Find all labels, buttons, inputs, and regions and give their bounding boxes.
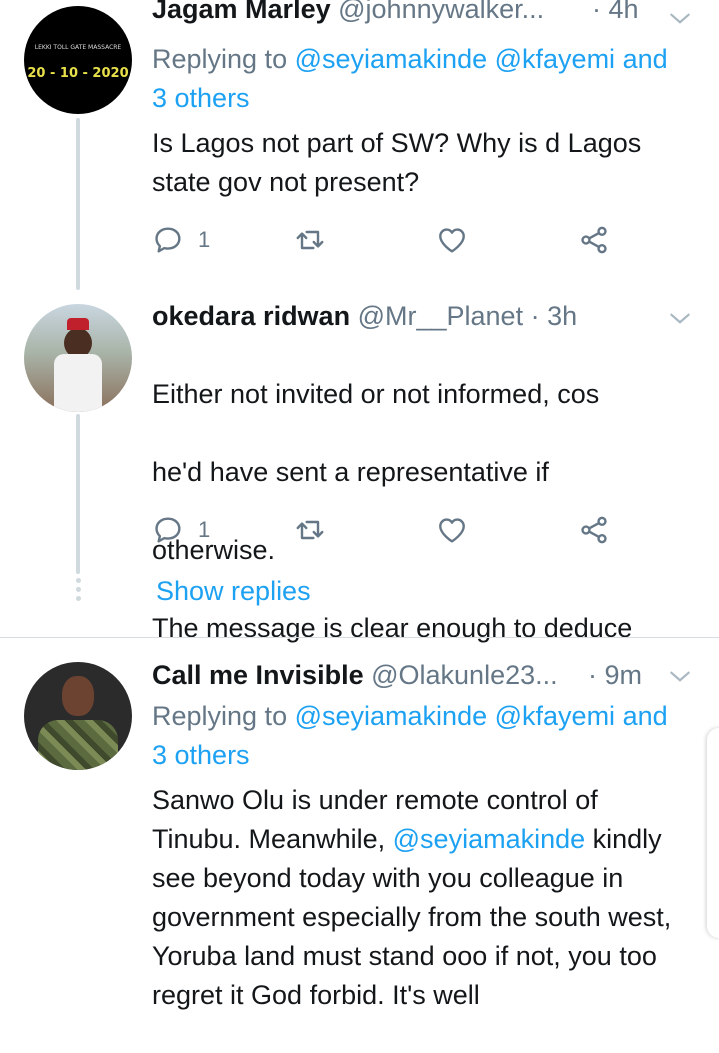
- chevron-down-icon[interactable]: [667, 306, 693, 332]
- retweet-icon: [296, 230, 324, 250]
- user-handle[interactable]: @Olakunle23...: [371, 660, 558, 690]
- heart-icon: [439, 228, 465, 253]
- tweet-header: okedara ridwan @Mr__Planet · 3h: [152, 301, 689, 332]
- tweet-header: Call me Invisible @Olakunle23... · 9m: [152, 660, 689, 691]
- avatar[interactable]: [24, 304, 132, 412]
- user-name[interactable]: Call me Invisible: [152, 660, 364, 690]
- mention-link[interactable]: @seyiamakinde: [295, 701, 488, 731]
- tweet-text: Sanwo Olu is under remote control of Tin…: [152, 781, 692, 1015]
- show-replies-link[interactable]: Show replies: [156, 576, 311, 607]
- retweet-button[interactable]: [294, 220, 326, 260]
- mention-link[interactable]: @kfayemi: [495, 701, 615, 731]
- avatar-figure-hat: [67, 318, 89, 330]
- avatar-date-text: 20 - 10 - 2020: [27, 66, 129, 81]
- user-name[interactable]: okedara ridwan: [152, 301, 350, 331]
- timestamp[interactable]: 3h: [547, 301, 577, 331]
- user-handle[interactable]: @Mr__Planet: [358, 301, 523, 331]
- replying-to: Replying to @seyiamakinde @kfayemi and 3…: [152, 40, 672, 118]
- reply-count: 1: [198, 227, 211, 252]
- separator-dot: ·: [530, 301, 540, 331]
- tweet-call-me-invisible[interactable]: Call me Invisible @Olakunle23... · 9m Re…: [0, 638, 719, 1053]
- share-button[interactable]: [578, 510, 610, 550]
- like-button[interactable]: [436, 220, 468, 260]
- retweet-icon: [296, 520, 324, 540]
- thread-line: [76, 118, 80, 290]
- share-icon: [581, 226, 607, 254]
- tweet-header: Jagam Marley @johnnywalker... · 4h: [152, 0, 689, 25]
- user-name[interactable]: Jagam Marley: [152, 0, 331, 24]
- avatar[interactable]: LEKKI TOLL GATE MASSACRE 20 - 10 - 2020: [24, 6, 132, 114]
- tweet-text: Is Lagos not part of SW? Why is d Lagos …: [152, 128, 642, 197]
- timestamp[interactable]: 9m: [605, 660, 643, 690]
- user-handle[interactable]: @johnnywalker...: [338, 0, 544, 24]
- reply-button[interactable]: 1: [152, 510, 210, 550]
- tweet-text-line: he'd have sent a representative if: [152, 457, 549, 487]
- replying-to-label: Replying to: [152, 44, 288, 74]
- chevron-down-icon[interactable]: [667, 664, 693, 690]
- mention-link[interactable]: @seyiamakinde: [295, 44, 488, 74]
- tweet-okedara-ridwan[interactable]: okedara ridwan @Mr__Planet · 3h Either n…: [0, 290, 719, 643]
- mention-link[interactable]: @kfayemi: [495, 44, 615, 74]
- share-icon: [581, 516, 607, 544]
- avatar-figure: [62, 676, 94, 716]
- share-button[interactable]: [578, 220, 610, 260]
- tweet-actions: 1: [152, 220, 632, 260]
- replying-to-label: Replying to: [152, 701, 288, 731]
- replying-to: Replying to @seyiamakinde @kfayemi and 3…: [152, 697, 672, 775]
- reply-icon: [155, 517, 181, 543]
- tweet-jagam-marley[interactable]: LEKKI TOLL GATE MASSACRE 20 - 10 - 2020 …: [0, 0, 719, 290]
- heart-icon: [439, 518, 465, 543]
- separator-dot: ·: [592, 0, 601, 24]
- like-button[interactable]: [436, 510, 468, 550]
- chevron-down-icon[interactable]: [667, 6, 693, 32]
- avatar-figure-body: [38, 720, 118, 770]
- scroll-indicator[interactable]: [707, 728, 719, 938]
- tweet-actions: 1: [152, 510, 632, 550]
- thread-dots: [74, 578, 82, 605]
- separator-dot: ·: [588, 660, 597, 690]
- avatar-banner-text: LEKKI TOLL GATE MASSACRE: [34, 44, 122, 51]
- retweet-button[interactable]: [294, 510, 326, 550]
- reply-icon: [155, 227, 181, 253]
- thread-line: [76, 414, 80, 574]
- timestamp[interactable]: 4h: [609, 0, 639, 24]
- avatar-figure-body: [54, 354, 102, 412]
- reply-button[interactable]: 1: [152, 220, 210, 260]
- mention-link[interactable]: @seyiamakinde: [393, 824, 586, 854]
- reply-count: 1: [198, 517, 211, 542]
- avatar[interactable]: [24, 662, 132, 770]
- tweet-text-line: Either not invited or not informed, cos: [152, 379, 600, 409]
